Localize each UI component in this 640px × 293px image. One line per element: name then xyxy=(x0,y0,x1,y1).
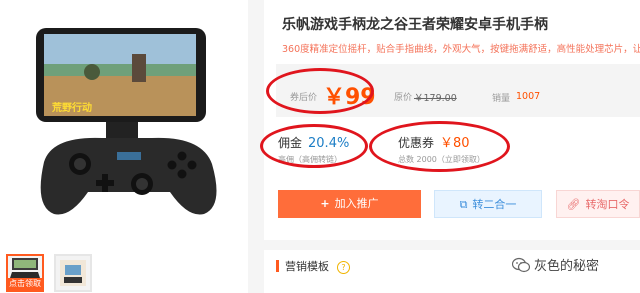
product-gallery: 荒野行动 点击领取 xyxy=(0,0,245,293)
convert-taokouling-button[interactable]: 🔗︎ 转淘口令 xyxy=(556,190,640,218)
link-icon: 🔗︎ xyxy=(566,198,581,211)
price-highlight-circle xyxy=(266,68,374,114)
convert-label: 转二合一 xyxy=(472,198,517,211)
copy-icon: ⧉ xyxy=(459,198,468,211)
add-promotion-button[interactable]: + 加入推广 xyxy=(278,190,421,218)
commission-highlight-circle xyxy=(260,124,368,168)
marketing-template-label: 营销模板 xyxy=(285,260,329,273)
product-title[interactable]: 乐帆游戏手柄龙之谷王者荣耀安卓手机手柄 xyxy=(282,14,548,34)
sales-label: 销量 xyxy=(492,94,511,104)
product-subtitle: 360度精准定位摇杆，贴合手指曲线，外观大气，按键拖满舒适，高性能处理芯片，让你… xyxy=(282,44,640,55)
sales-count: 1007 xyxy=(516,91,541,102)
thumbnail-1[interactable]: 点击领取 xyxy=(6,254,44,292)
section-separator xyxy=(264,240,640,250)
thumbnail-image xyxy=(10,258,40,278)
original-price: ￥179.00 xyxy=(414,93,457,104)
thumbnail-label: 点击领取 xyxy=(8,278,42,290)
wechat-icon xyxy=(512,257,530,273)
section-marker xyxy=(276,260,279,272)
taokouling-label: 转淘口令 xyxy=(585,198,630,211)
coupon-highlight-circle xyxy=(369,121,510,172)
convert-two-in-one-button[interactable]: ⧉ 转二合一 xyxy=(434,190,542,218)
thumbnail-image xyxy=(60,260,86,286)
thumbnail-strip: 点击领取 xyxy=(6,254,126,293)
wechat-watermark: 灰色的秘密 xyxy=(512,255,599,274)
plus-icon: + xyxy=(320,197,330,210)
screen-text: 荒野行动 xyxy=(51,101,92,114)
marketing-template-header: 营销模板? xyxy=(276,258,350,274)
help-icon[interactable]: ? xyxy=(337,261,350,274)
add-promotion-label: 加入推广 xyxy=(334,197,379,210)
product-image: 荒野行动 xyxy=(36,28,217,215)
thumbnail-2[interactable] xyxy=(54,254,92,292)
watermark-text: 灰色的秘密 xyxy=(534,259,600,274)
original-price-label: 原价 xyxy=(394,93,413,103)
